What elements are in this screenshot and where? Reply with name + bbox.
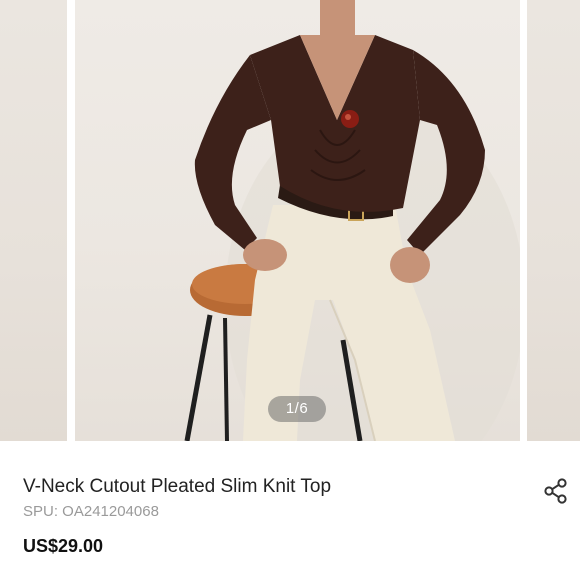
product-info-section: V-Neck Cutout Pleated Slim Knit Top SPU:…	[0, 441, 580, 580]
product-spu: SPU: OA241204068	[23, 503, 159, 520]
image-counter-badge: 1/6	[268, 396, 326, 422]
product-title: V-Neck Cutout Pleated Slim Knit Top	[23, 476, 332, 497]
product-price: US$29.00	[23, 536, 104, 556]
product-photo-illustration	[184, 0, 520, 441]
product-detail-page: 1/6 V-Neck Cutout Pleated Slim Knit Top …	[0, 0, 580, 580]
previous-image-peek[interactable]	[0, 0, 67, 441]
share-button[interactable]	[542, 477, 570, 505]
share-icon	[544, 478, 567, 504]
next-image-peek[interactable]	[527, 0, 580, 441]
product-image-carousel[interactable]: 1/6	[0, 0, 580, 441]
product-image[interactable]	[75, 0, 520, 441]
